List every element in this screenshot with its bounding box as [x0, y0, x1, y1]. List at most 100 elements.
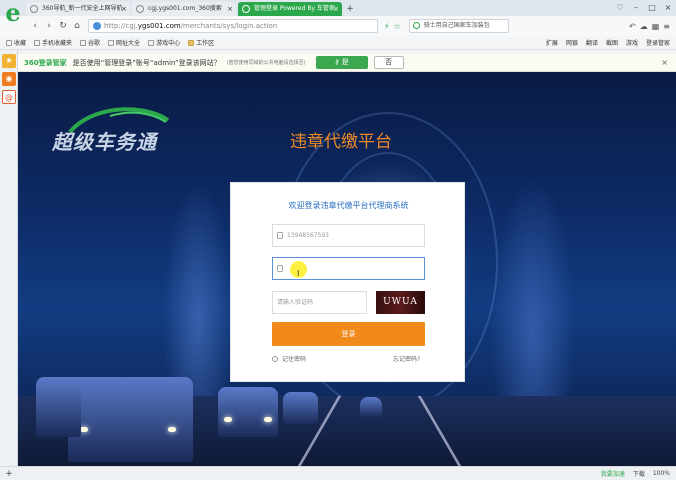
login-manager-notification: 360登录管家 是否使用“管理登录”账号“admin”登录该网站？ (若您使用同… — [18, 54, 676, 72]
notification-message: 是否使用“管理登录”账号“admin”登录该网站？ — [72, 58, 221, 67]
add-sidebar-icon[interactable]: + — [0, 469, 18, 479]
ext-extensions[interactable]: 扩展 — [546, 38, 558, 47]
notification-close-icon[interactable]: × — [661, 58, 668, 67]
toolbar-right: ↶ ☁ ▦ ≡ — [629, 22, 676, 31]
login-heading: 欢迎登录违章代缴平台代理商系统 — [288, 201, 409, 210]
captcha-image[interactable]: UWUA — [376, 291, 425, 314]
page-icon — [80, 39, 87, 46]
ext-screenshot[interactable]: 截图 — [606, 38, 618, 47]
tab-favicon-icon — [136, 5, 144, 13]
forgot-password-link[interactable]: 忘记密码? — [393, 354, 420, 363]
ext-games[interactable]: 游戏 — [626, 38, 638, 47]
tab-360-nav[interactable]: 360导航_新一代安全上网导航 × — [26, 2, 130, 16]
site-info-icon[interactable] — [93, 22, 101, 30]
browser-logo-icon: e — [5, 0, 21, 27]
minimize-icon[interactable]: – — [628, 0, 644, 16]
search-text: 骑士用自己国家车加装包 — [423, 22, 490, 29]
car-image — [36, 377, 81, 437]
tab-strip: 360导航_新一代安全上网导航 × cgj.ygs001.com_360搜索 ×… — [0, 0, 676, 16]
username-field[interactable]: 13948567593 — [272, 224, 425, 247]
bookmark-folder-work[interactable]: 工作区 — [188, 38, 214, 47]
site-logo-text: 超级车务通 — [52, 130, 157, 154]
remember-password-checkbox[interactable]: 记住密码 — [272, 354, 306, 363]
mouse-cursor-highlight: I — [290, 261, 307, 278]
bookmark-label: 工作区 — [196, 40, 215, 47]
bookmark-google[interactable]: 谷歌 — [80, 38, 100, 47]
tab-close-icon[interactable]: × — [121, 2, 127, 16]
extension-toolbar: 扩展 网银 翻译 截图 游戏 登录管家 — [546, 38, 676, 47]
bookmark-mobile[interactable]: 手机收藏夹 — [34, 38, 72, 47]
star-icon[interactable]: ☆ — [394, 22, 401, 31]
user-icon — [277, 232, 283, 239]
tab-label: 360导航_新一代安全上网导航 — [42, 5, 123, 12]
left-sidebar: ★ ◉ @ — [0, 50, 18, 466]
lightning-icon[interactable]: ⚡ — [384, 22, 390, 31]
bookmark-label: 收藏 — [14, 40, 27, 47]
site-logo: 超级车务通 — [50, 102, 180, 162]
speedup-button[interactable]: 我要加速 — [601, 469, 625, 478]
status-bar: + 我要加速 下载 100% — [0, 466, 676, 480]
bookmarks-bar: 收藏 手机收藏夹 谷歌 网址大全 游戏中心 工作区 扩展 网银 翻译 截图 游戏… — [0, 36, 676, 50]
tab-favicon-icon — [242, 5, 250, 13]
car-image — [68, 377, 193, 462]
username-placeholder: 13948567593 — [287, 232, 329, 239]
address-bar[interactable]: http://cgj. ygs001.com/merchants/sys/logi… — [88, 19, 378, 33]
tab-login-active[interactable]: 管理登录 Powered By 车管家 × — [238, 2, 342, 16]
ext-login-manager[interactable]: 登录管家 — [646, 38, 670, 47]
page-title: 违章代缴平台 — [290, 132, 392, 152]
bookmark-game-center[interactable]: 游戏中心 — [148, 38, 180, 47]
tab-favicon-icon — [30, 5, 38, 13]
search-input[interactable]: 骑士用自己国家车加装包 — [408, 19, 509, 33]
car-image — [283, 392, 318, 424]
captcha-input[interactable]: 请输入验证码 — [272, 291, 367, 314]
notification-brand: 360登录管家 — [24, 58, 67, 67]
bookmark-site-directory[interactable]: 网址大全 — [108, 38, 140, 47]
notification-no-button[interactable]: 否 — [373, 56, 404, 69]
cloud-icon[interactable]: ☁ — [640, 22, 648, 31]
address-domain: ygs001.com — [137, 22, 181, 30]
grid-icon[interactable]: ▦ — [652, 22, 660, 31]
download-button[interactable]: 下载 — [633, 469, 645, 478]
maximize-icon[interactable]: □ — [644, 0, 660, 16]
ext-translate[interactable]: 翻译 — [586, 38, 598, 47]
status-right: 我要加速 下载 100% — [601, 469, 676, 478]
reload-icon[interactable]: ↻ — [56, 19, 70, 33]
undo-icon[interactable]: ↶ — [629, 22, 636, 31]
notification-yes-button[interactable]: ⚷ 是 — [315, 56, 368, 69]
login-button[interactable]: 登录 — [272, 322, 425, 346]
password-field[interactable]: I — [272, 257, 425, 280]
home-icon[interactable]: ⌂ — [70, 19, 84, 33]
bookmark-favorites[interactable]: 收藏 — [6, 38, 26, 47]
tab-label: 管理登录 Powered By 车管家 — [254, 5, 335, 12]
favorites-star-icon[interactable]: ★ — [2, 54, 16, 68]
bookmark-label: 游戏中心 — [156, 40, 181, 47]
tab-close-icon[interactable]: × — [333, 2, 339, 16]
skin-icon[interactable]: ♡ — [612, 0, 628, 16]
notification-hint: (若您使用同域的公共电脑请选择否) — [226, 60, 306, 66]
tab-label: cgj.ygs001.com_360搜索 — [148, 5, 222, 12]
tab-360-search[interactable]: cgj.ygs001.com_360搜索 × — [132, 2, 236, 16]
navigation-bar: ‹ › ↻ ⌂ http://cgj. ygs001.com/merchants/… — [0, 16, 676, 36]
car-image — [360, 397, 382, 417]
back-icon[interactable]: ‹ — [28, 19, 42, 33]
window-controls: ♡ – □ × — [612, 0, 676, 16]
forward-icon[interactable]: › — [42, 19, 56, 33]
folder-icon — [188, 39, 195, 46]
address-prefix: http://cgj. — [104, 22, 138, 30]
weibo-icon[interactable]: ◉ — [2, 72, 16, 86]
tab-close-icon[interactable]: × — [227, 2, 233, 16]
mail-icon[interactable]: @ — [2, 90, 16, 104]
ext-banking[interactable]: 网银 — [566, 38, 578, 47]
close-window-icon[interactable]: × — [660, 0, 676, 16]
address-path: /merchants/sys/login.action — [180, 22, 278, 30]
game-icon — [148, 39, 155, 46]
new-tab-button[interactable]: + — [344, 2, 356, 16]
zoom-level[interactable]: 100% — [653, 470, 670, 477]
radio-icon — [272, 355, 278, 362]
search-icon — [412, 22, 420, 29]
login-page: 超级车务通 违章代缴平台 欢迎登录违章代缴平台代理商系统 13948567593… — [18, 72, 676, 466]
lock-icon — [277, 265, 283, 272]
bookmark-label: 网址大全 — [116, 40, 141, 47]
yes-label: 是 — [341, 58, 349, 66]
menu-icon[interactable]: ≡ — [663, 22, 670, 31]
